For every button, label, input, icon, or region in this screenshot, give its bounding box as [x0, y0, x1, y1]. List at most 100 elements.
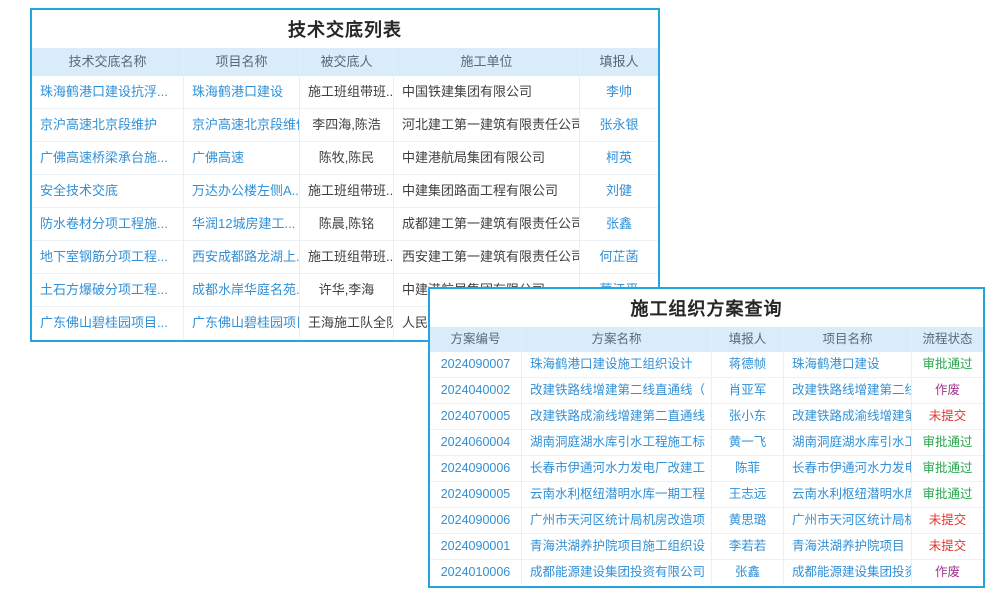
- status-badge: 作废: [912, 378, 983, 403]
- disclosure-name-link[interactable]: 土石方爆破分项工程...: [32, 274, 184, 306]
- plan-name-link[interactable]: 珠海鹤港口建设施工组织设计: [522, 352, 712, 377]
- disclosure-name-link[interactable]: 安全技术交底: [32, 175, 184, 207]
- plan-project-link[interactable]: 长春市伊通河水力发电厂改建: [784, 456, 912, 481]
- plan-reporter-cell: 张鑫: [712, 560, 784, 585]
- table-row: 2024040002 改建铁路线增建第二线直通线（ 肖亚军 改建铁路线增建第二线…: [430, 377, 983, 403]
- receiver-cell: 李四海,陈浩: [300, 109, 394, 141]
- receiver-cell: 陈晨,陈铭: [300, 208, 394, 240]
- plan-project-link[interactable]: 云南水利枢纽潜明水库一期工: [784, 482, 912, 507]
- table-row: 地下室钢筋分项工程... 西安成都路龙湖上... 施工班组带班... 西安建工第…: [32, 240, 658, 273]
- table-row: 防水卷材分项工程施... 华润12城房建工... 陈晨,陈铭 成都建工第一建筑有…: [32, 207, 658, 240]
- table-row: 珠海鹤港口建设抗浮... 珠海鹤港口建设 施工班组带班... 中国铁建集团有限公…: [32, 76, 658, 108]
- disclosure-name-link[interactable]: 广佛高速桥梁承台施...: [32, 142, 184, 174]
- receiver-cell: 施工班组带班...: [300, 76, 394, 108]
- company-cell: 中建集团路面工程有限公司: [394, 175, 580, 207]
- plan-id-link[interactable]: 2024090005: [430, 482, 522, 507]
- header-reporter: 填报人: [580, 48, 658, 76]
- plan-project-link[interactable]: 成都能源建设集团投资有限公: [784, 560, 912, 585]
- reporter-cell: 柯英: [580, 142, 658, 174]
- table-row: 2024090007 珠海鹤港口建设施工组织设计 蒋德帧 珠海鹤港口建设 审批通…: [430, 352, 983, 377]
- project-name-link[interactable]: 西安成都路龙湖上...: [184, 241, 300, 273]
- disclosure-name-link[interactable]: 珠海鹤港口建设抗浮...: [32, 76, 184, 108]
- disclosure-name-link[interactable]: 防水卷材分项工程施...: [32, 208, 184, 240]
- header-plan-id: 方案编号: [430, 327, 522, 352]
- status-badge: 审批通过: [912, 482, 983, 507]
- plan-reporter-cell: 李若若: [712, 534, 784, 559]
- reporter-cell: 何芷菡: [580, 241, 658, 273]
- plan-project-link[interactable]: 青海洪湖养护院项目: [784, 534, 912, 559]
- plan-name-link[interactable]: 成都能源建设集团投资有限公司: [522, 560, 712, 585]
- plan-name-link[interactable]: 长春市伊通河水力发电厂改建工: [522, 456, 712, 481]
- project-name-link[interactable]: 万达办公楼左侧A...: [184, 175, 300, 207]
- plan-name-link[interactable]: 云南水利枢纽潜明水库一期工程: [522, 482, 712, 507]
- plan-name-link[interactable]: 青海洪湖养护院项目施工组织设: [522, 534, 712, 559]
- company-cell: 中国铁建集团有限公司: [394, 76, 580, 108]
- project-name-link[interactable]: 珠海鹤港口建设: [184, 76, 300, 108]
- reporter-cell: 张鑫: [580, 208, 658, 240]
- disclosure-name-link[interactable]: 地下室钢筋分项工程...: [32, 241, 184, 273]
- header-plan-name: 方案名称: [522, 327, 712, 352]
- plan-name-link[interactable]: 广州市天河区统计局机房改造项: [522, 508, 712, 533]
- project-name-link[interactable]: 广东佛山碧桂园项目: [184, 307, 300, 339]
- table-row: 2024060004 湖南洞庭湖水库引水工程施工标 黄一飞 湖南洞庭湖水库引水工…: [430, 429, 983, 455]
- project-name-link[interactable]: 广佛高速: [184, 142, 300, 174]
- plan-project-link[interactable]: 改建铁路线增建第二线直通线: [784, 378, 912, 403]
- plan-query-panel: 施工组织方案查询 方案编号 方案名称 填报人 项目名称 流程状态 2024090…: [428, 287, 985, 588]
- plan-reporter-cell: 王志远: [712, 482, 784, 507]
- plan-id-link[interactable]: 2024090006: [430, 456, 522, 481]
- plan-reporter-cell: 蒋德帧: [712, 352, 784, 377]
- plan-id-link[interactable]: 2024040002: [430, 378, 522, 403]
- project-name-link[interactable]: 华润12城房建工...: [184, 208, 300, 240]
- plan-table-body: 2024090007 珠海鹤港口建设施工组织设计 蒋德帧 珠海鹤港口建设 审批通…: [430, 352, 983, 585]
- plan-project-link[interactable]: 改建铁路成渝线增建第二直通: [784, 404, 912, 429]
- status-badge: 未提交: [912, 534, 983, 559]
- header-plan-project: 项目名称: [784, 327, 912, 352]
- table-row: 2024090005 云南水利枢纽潜明水库一期工程 王志远 云南水利枢纽潜明水库…: [430, 481, 983, 507]
- table-row: 安全技术交底 万达办公楼左侧A... 施工班组带班... 中建集团路面工程有限公…: [32, 174, 658, 207]
- header-company: 施工单位: [394, 48, 580, 76]
- table-row: 2024070005 改建铁路成渝线增建第二直通线 张小东 改建铁路成渝线增建第…: [430, 403, 983, 429]
- disclosure-list-title: 技术交底列表: [32, 10, 658, 48]
- plan-id-link[interactable]: 2024090007: [430, 352, 522, 377]
- plan-id-link[interactable]: 2024090006: [430, 508, 522, 533]
- reporter-cell: 李帅: [580, 76, 658, 108]
- table-row: 2024090001 青海洪湖养护院项目施工组织设 李若若 青海洪湖养护院项目 …: [430, 533, 983, 559]
- plan-reporter-cell: 黄一飞: [712, 430, 784, 455]
- table-row: 广佛高速桥梁承台施... 广佛高速 陈牧,陈民 中建港航局集团有限公司 柯英: [32, 141, 658, 174]
- plan-project-link[interactable]: 广州市天河区统计局机房改造: [784, 508, 912, 533]
- company-cell: 西安建工第一建筑有限责任公司: [394, 241, 580, 273]
- receiver-cell: 王海施工队全队: [300, 307, 394, 339]
- header-project-name: 项目名称: [184, 48, 300, 76]
- receiver-cell: 许华,李海: [300, 274, 394, 306]
- header-plan-reporter: 填报人: [712, 327, 784, 352]
- reporter-cell: 刘健: [580, 175, 658, 207]
- plan-project-link[interactable]: 珠海鹤港口建设: [784, 352, 912, 377]
- plan-id-link[interactable]: 2024090001: [430, 534, 522, 559]
- table-row: 2024090006 长春市伊通河水力发电厂改建工 陈菲 长春市伊通河水力发电厂…: [430, 455, 983, 481]
- company-cell: 中建港航局集团有限公司: [394, 142, 580, 174]
- disclosure-name-link[interactable]: 京沪高速北京段维护: [32, 109, 184, 141]
- header-receiver: 被交底人: [300, 48, 394, 76]
- header-plan-status: 流程状态: [912, 327, 983, 352]
- status-badge: 审批通过: [912, 456, 983, 481]
- plan-name-link[interactable]: 改建铁路成渝线增建第二直通线: [522, 404, 712, 429]
- table-row: 2024010006 成都能源建设集团投资有限公司 张鑫 成都能源建设集团投资有…: [430, 559, 983, 585]
- status-badge: 作废: [912, 560, 983, 585]
- plan-reporter-cell: 张小东: [712, 404, 784, 429]
- plan-project-link[interactable]: 湖南洞庭湖水库引水工程施工: [784, 430, 912, 455]
- plan-id-link[interactable]: 2024010006: [430, 560, 522, 585]
- status-badge: 审批通过: [912, 430, 983, 455]
- company-cell: 河北建工第一建筑有限责任公司: [394, 109, 580, 141]
- plan-id-link[interactable]: 2024070005: [430, 404, 522, 429]
- plan-reporter-cell: 陈菲: [712, 456, 784, 481]
- plan-name-link[interactable]: 湖南洞庭湖水库引水工程施工标: [522, 430, 712, 455]
- plan-name-link[interactable]: 改建铁路线增建第二线直通线（: [522, 378, 712, 403]
- disclosure-name-link[interactable]: 广东佛山碧桂园项目...: [32, 307, 184, 339]
- status-badge: 未提交: [912, 404, 983, 429]
- project-name-link[interactable]: 成都水岸华庭名苑...: [184, 274, 300, 306]
- project-name-link[interactable]: 京沪高速北京段维修: [184, 109, 300, 141]
- plan-reporter-cell: 黄思璐: [712, 508, 784, 533]
- status-badge: 未提交: [912, 508, 983, 533]
- plan-id-link[interactable]: 2024060004: [430, 430, 522, 455]
- receiver-cell: 施工班组带班...: [300, 175, 394, 207]
